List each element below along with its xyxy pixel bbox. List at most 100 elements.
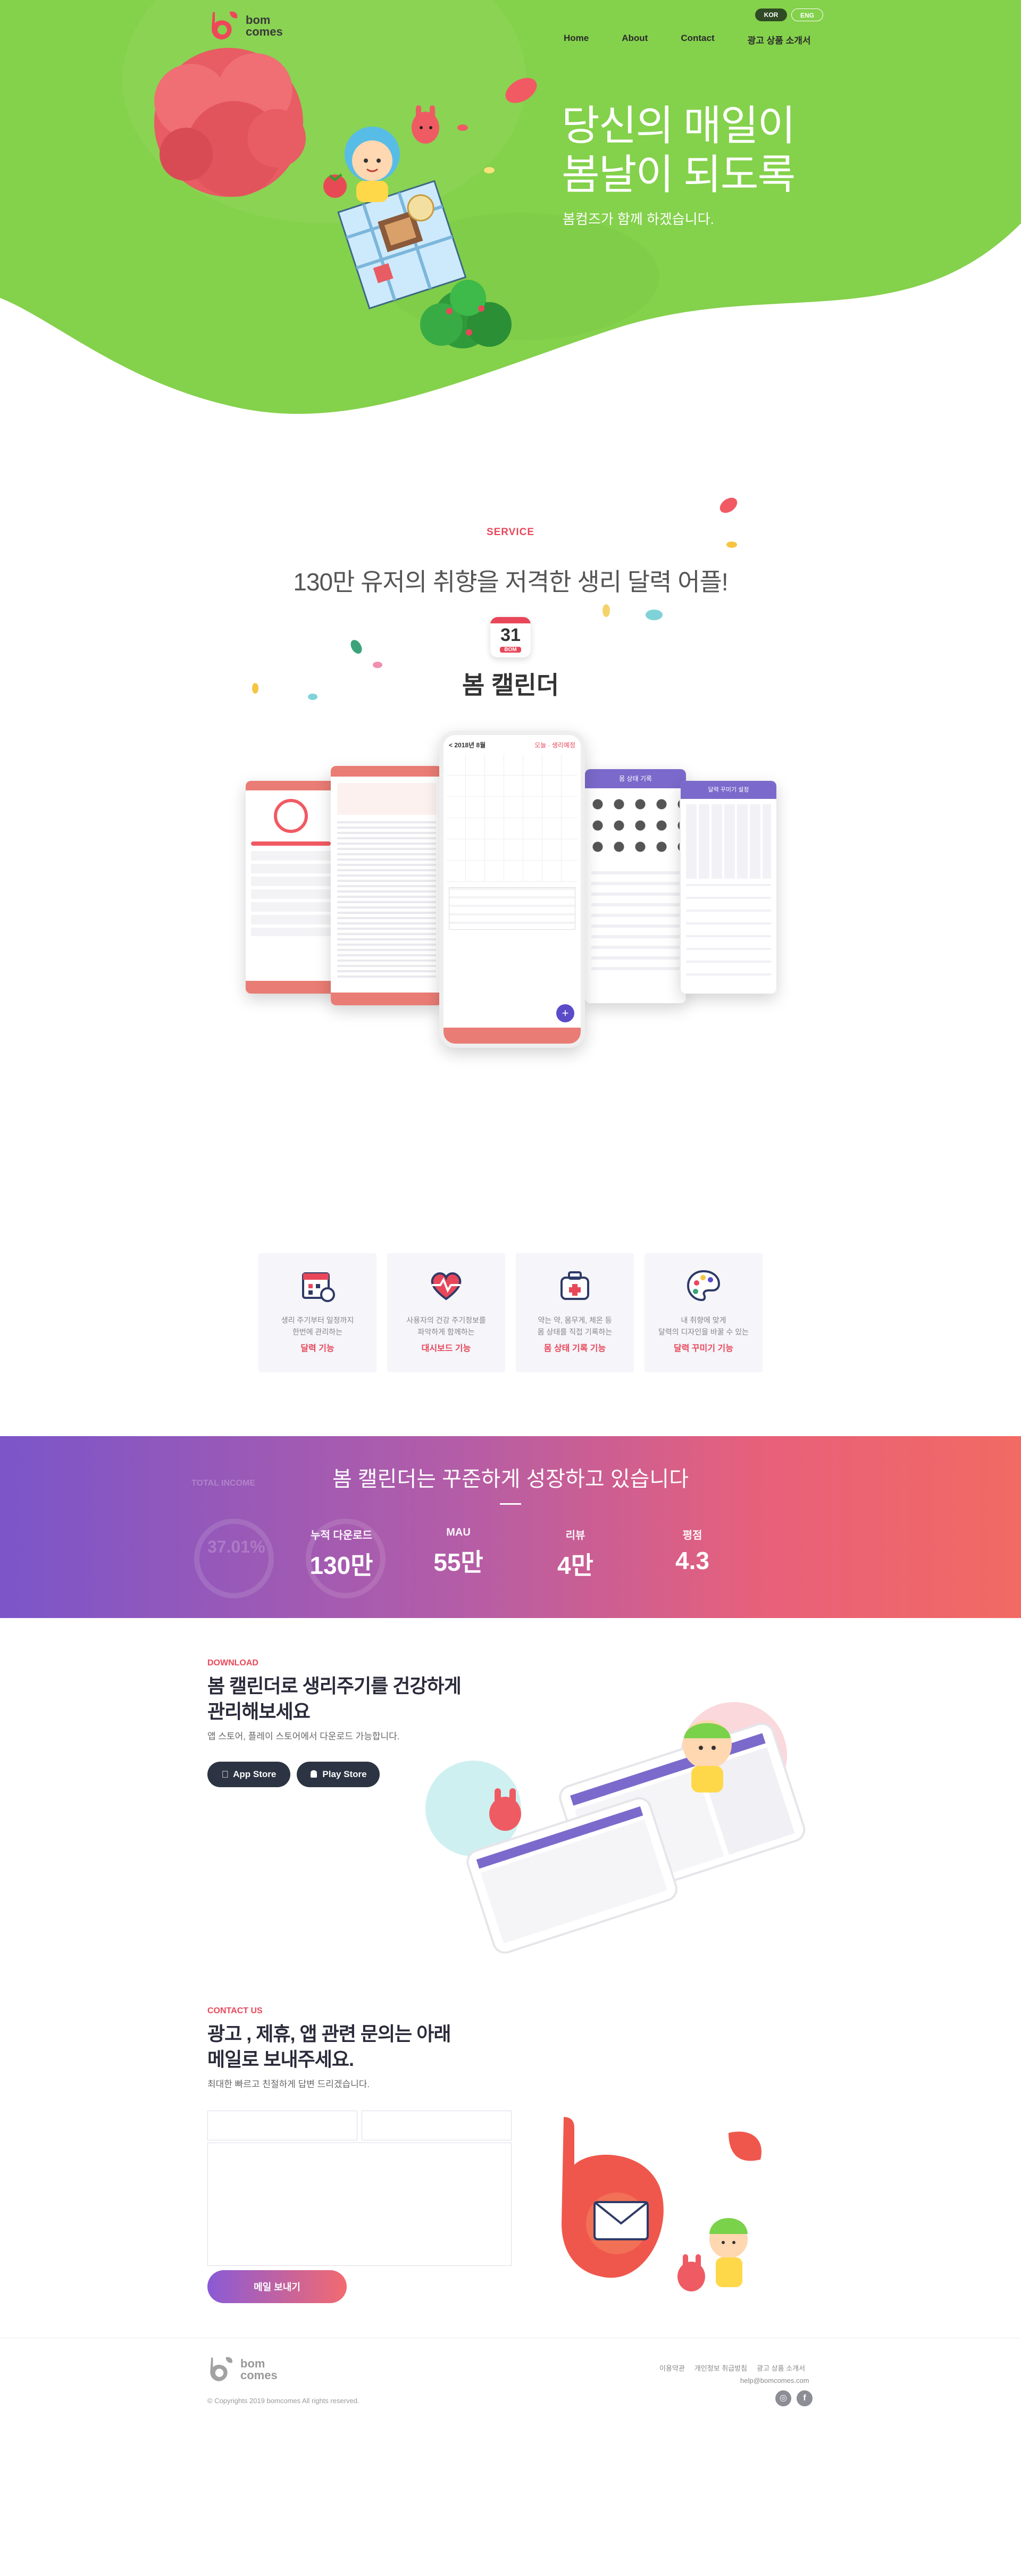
stat-reviews: 리뷰 4만 (522, 1527, 629, 1581)
red-bush-icon (154, 48, 306, 197)
footer-link-ad-brochure[interactable]: 광고 상품 소개서 (757, 2363, 805, 2373)
social-links: ◎ f (775, 2390, 813, 2406)
site-logo[interactable]: bom comes (208, 11, 283, 41)
stat-label: 리뷰 (565, 1530, 585, 1541)
contact-title-line1: 광고 , 제휴, 앱 관련 문의는 아래 (207, 2023, 451, 2045)
rabbit-character-icon (412, 105, 439, 144)
feature-desc-line2: 몸 상태를 직접 기록하는 (537, 1328, 613, 1336)
stat-label: MAU (446, 1527, 471, 1538)
feature-card-body-record: 약는 약, 몸무게, 체온 등 몸 상태를 직접 기록하는 몸 상태 기록 기능 (516, 1253, 634, 1372)
stats-divider (500, 1503, 521, 1505)
footer-logo-top: bom (240, 2357, 265, 2370)
feature-label: 대시보드 기능 (421, 1344, 471, 1353)
feature-card-dashboard: 사용자의 건강 주기정보를 파악하게 함께하는 대시보드 기능 (387, 1253, 505, 1372)
hero-title-line1: 당신의 매일이 (562, 102, 796, 149)
footer-logo[interactable]: bom comes (207, 2356, 278, 2383)
phone-body-record: 몸 상태 기록 (585, 769, 686, 1003)
download-illustration (425, 1702, 806, 1954)
message-field[interactable] (207, 2143, 512, 2266)
footer-link-privacy[interactable]: 개인정보 취급방침 (694, 2363, 747, 2373)
nav-ad-brochure[interactable]: 광고 상품 소개서 (748, 33, 811, 46)
stat-value: 55만 (433, 1548, 483, 1576)
petal-icon (484, 167, 495, 173)
stat-downloads: 누적 다운로드 130만 (288, 1527, 395, 1581)
tomato-character-icon (323, 173, 347, 198)
nav-about[interactable]: About (622, 33, 648, 46)
feature-desc-line1: 약는 약, 몸무게, 체온 등 (538, 1316, 612, 1324)
app-store-button[interactable]:  App Store (207, 1762, 290, 1787)
stat-mau: MAU 55만 (405, 1527, 512, 1578)
app-name: 봄 캘린더 (462, 671, 559, 699)
feature-desc-line1: 사용자의 건강 주기정보를 (406, 1316, 486, 1324)
play-store-label: Play Store (322, 1769, 367, 1779)
feature-desc-line1: 내 취향에 맞게 (681, 1316, 726, 1324)
footer-links: 이용약관 개인정보 취급방침 광고 상품 소개서 (659, 2363, 805, 2373)
picnic-blanket-icon (337, 180, 467, 310)
picnic-illustration (154, 48, 537, 348)
download-title-line2: 관리해보세요 (207, 1700, 311, 1722)
copyright-text: © Copyrights 2019 bomcomes All rights re… (207, 2397, 359, 2405)
logo-text-bottom: comes (246, 25, 283, 38)
stats-headline: 봄 캘린더는 꾸준하게 성장하고 있습니다 (332, 1468, 689, 1491)
logo-text-top: bom (246, 13, 271, 27)
app-store-label: App Store (229, 1769, 276, 1779)
feature-card-theme: 내 취향에 맞게 달력의 디자인을 바꿀 수 있는 달력 꾸미기 기능 (645, 1253, 763, 1372)
character-girl-icon (709, 2218, 748, 2287)
main-nav: Home About Contact 광고 상품 소개서 (564, 33, 811, 46)
app-icon-number: 31 (500, 625, 521, 645)
footer-logo-bottom: comes (240, 2369, 278, 2382)
footer-email[interactable]: help@bomcomes.com (740, 2377, 809, 2385)
phone-dashboard (246, 781, 336, 994)
heart-chart-icon (431, 1272, 462, 1300)
facebook-icon[interactable]: f (797, 2390, 813, 2406)
feature-label: 달력 꾸미기 기능 (674, 1344, 733, 1353)
calendar-today-badge: 오늘 · 생리예정 (534, 741, 575, 749)
download-subtitle: 앱 스토어, 플레이 스토어에서 다운로드 가능합니다. (207, 1731, 400, 1741)
nav-home[interactable]: Home (564, 33, 589, 46)
logo-wordmark: bom comes (246, 14, 283, 38)
contact-title: 광고 , 제휴, 앱 관련 문의는 아래 메일로 보내주세요. (207, 2021, 451, 2072)
nav-contact[interactable]: Contact (681, 33, 714, 46)
petal-icon (505, 78, 537, 103)
lang-eng-button[interactable]: ENG (791, 9, 823, 21)
play-store-button[interactable]: Play Store (297, 1762, 380, 1787)
feature-desc: 약는 약, 몸무게, 체온 등 몸 상태를 직접 기록하는 (516, 1314, 634, 1338)
feature-desc-line1: 생리 주기부터 일정까지 (281, 1316, 354, 1324)
download-title: 봄 캘린더로 생리주기를 건강하게 관리해보세요 (207, 1673, 462, 1724)
name-field[interactable] (207, 2111, 357, 2140)
green-bush-icon (420, 280, 512, 348)
stat-label: 누적 다운로드 (311, 1530, 372, 1541)
petal-icon (350, 640, 362, 654)
email-field[interactable] (362, 2111, 512, 2140)
service-tag: SERVICE (486, 527, 535, 538)
bomcomes-logo-icon (210, 2357, 233, 2381)
contact-title-line2: 메일로 보내주세요. (207, 2048, 354, 2070)
petal-icon (602, 604, 610, 617)
stat-value: 4만 (557, 1552, 593, 1579)
footer-link-terms[interactable]: 이용약관 (659, 2363, 685, 2373)
phone-article (331, 766, 442, 1005)
hero-title-line2: 봄날이 되도록 (562, 151, 796, 198)
phone-theme-settings: 달력 꾸미기 설정 (681, 781, 776, 994)
feature-desc-line2: 달력의 디자인을 바꿀 수 있는 (658, 1328, 749, 1336)
envelope-icon (593, 2201, 649, 2240)
palette-icon (687, 1270, 721, 1302)
feature-desc: 내 취향에 맞게 달력의 디자인을 바꿀 수 있는 (645, 1314, 763, 1338)
android-icon (311, 1770, 317, 1778)
feature-card-calendar: 생리 주기부터 일정까지 한번에 관리하는 달력 기능 (258, 1253, 376, 1372)
rabbit-character-icon (677, 2254, 705, 2291)
contact-illustration (562, 2117, 761, 2291)
language-switch: KOR ENG (755, 9, 823, 21)
footer-wordmark: bom comes (240, 2358, 278, 2381)
add-fab-button[interactable]: + (556, 1004, 574, 1022)
feature-label: 몸 상태 기록 기능 (543, 1344, 606, 1353)
instagram-icon[interactable]: ◎ (775, 2390, 791, 2406)
phone-theme-title: 달력 꾸미기 설정 (681, 781, 776, 799)
send-mail-button[interactable]: 메일 보내기 (207, 2270, 347, 2303)
service-headline: 130만 유저의 취향을 저격한 생리 달력 어플! (293, 568, 728, 596)
app-icon-topbar (490, 617, 531, 623)
feature-label: 달력 기능 (300, 1344, 334, 1353)
petal-icon (719, 497, 738, 513)
lang-kor-button[interactable]: KOR (755, 9, 787, 21)
calendar-icon (302, 1272, 335, 1302)
